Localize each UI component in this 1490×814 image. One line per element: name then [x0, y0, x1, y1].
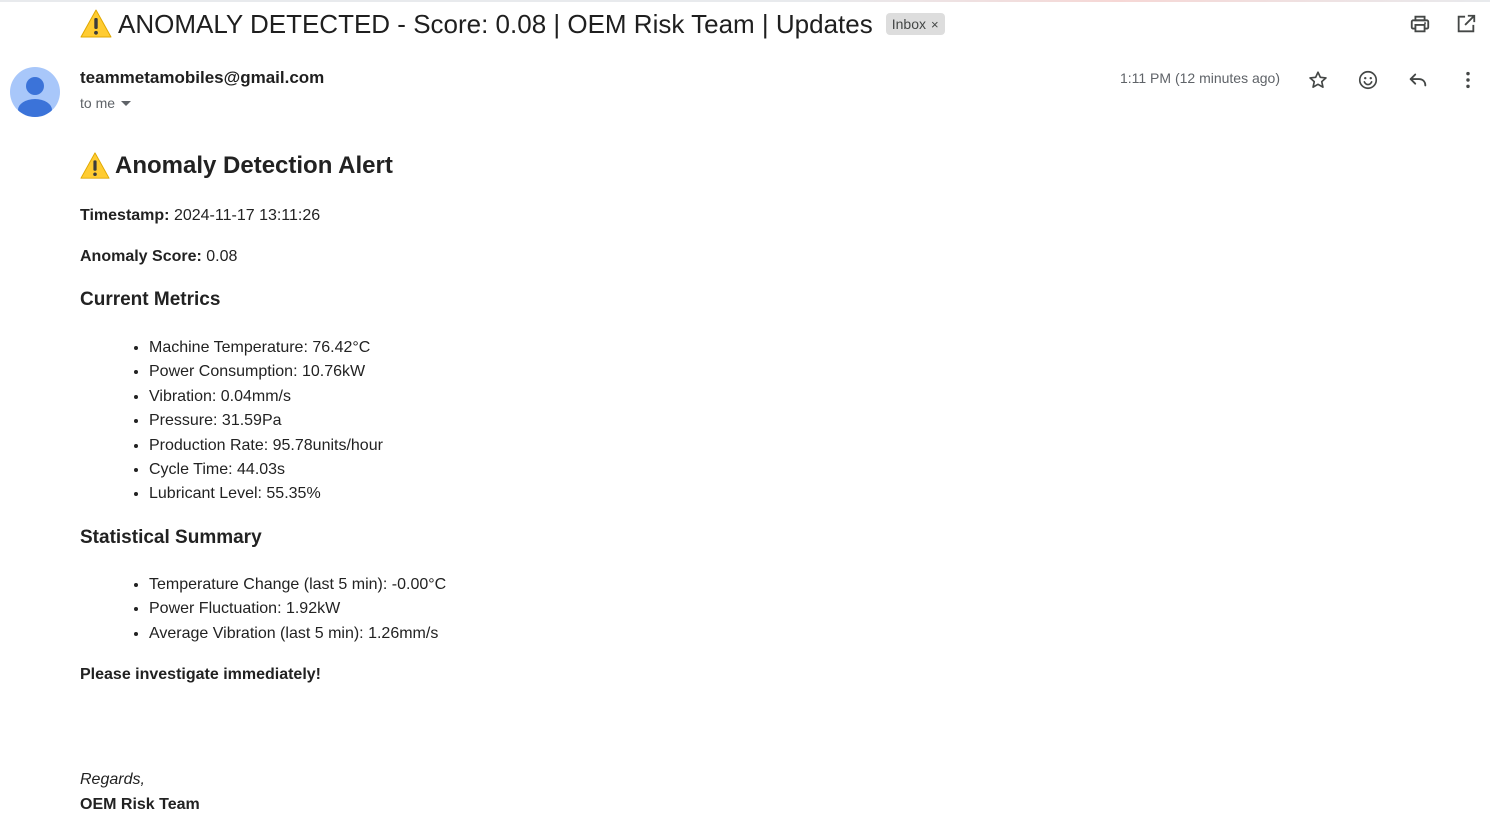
alert-title-text: Anomaly Detection Alert — [115, 152, 393, 179]
email-view: ANOMALY DETECTED - Score: 0.08 | OEM Ris… — [0, 0, 1490, 814]
subject-row: ANOMALY DETECTED - Score: 0.08 | OEM Ris… — [80, 6, 945, 42]
inbox-label-chip[interactable]: Inbox × — [885, 13, 945, 35]
inbox-label-text: Inbox — [891, 16, 926, 32]
open-in-new-window-button[interactable] — [1452, 10, 1480, 38]
warning-icon — [80, 152, 110, 179]
statistical-summary-list: Temperature Change (last 5 min): -0.00°C… — [80, 573, 446, 646]
top-strip — [0, 0, 1490, 2]
list-item: Machine Temperature: 76.42°C — [149, 336, 383, 360]
recipient-label: to me — [80, 95, 116, 111]
message-actions — [1304, 66, 1482, 94]
recipient-details-toggle[interactable]: to me — [80, 95, 132, 111]
chevron-down-icon — [121, 100, 132, 106]
list-item: Production Rate: 95.78units/hour — [149, 434, 383, 458]
list-item: Power Fluctuation: 1.92kW — [149, 597, 446, 621]
statistical-summary-heading: Statistical Summary — [80, 527, 262, 548]
list-item: Power Consumption: 10.76kW — [149, 360, 383, 384]
list-item: Pressure: 31.59Pa — [149, 409, 383, 433]
signature: OEM Risk Team — [80, 796, 200, 813]
warning-icon — [80, 9, 112, 38]
reply-button[interactable] — [1404, 66, 1432, 94]
list-item: Lubricant Level: 55.35% — [149, 482, 383, 506]
more-options-button[interactable] — [1454, 66, 1482, 94]
anomaly-score-line: Anomaly Score: 0.08 — [80, 247, 237, 267]
list-item: Temperature Change (last 5 min): -0.00°C — [149, 573, 446, 597]
star-icon — [1309, 71, 1327, 88]
add-reaction-button[interactable] — [1354, 66, 1382, 94]
current-metrics-list: Machine Temperature: 76.42°C Power Consu… — [80, 336, 383, 507]
timestamp-label: Timestamp: — [80, 207, 170, 224]
closing: Regards, — [80, 771, 145, 788]
open-in-new-icon — [1457, 14, 1476, 33]
timestamp-line: Timestamp: 2024-11-17 13:11:26 — [80, 206, 320, 226]
email-subject: ANOMALY DETECTED - Score: 0.08 | OEM Ris… — [118, 8, 873, 39]
print-button[interactable] — [1406, 10, 1434, 38]
alert-heading: Anomaly Detection Alert — [80, 148, 1080, 184]
emoji-icon — [1358, 70, 1378, 90]
subject-actions — [1406, 10, 1480, 38]
message-time: 1:11 PM (12 minutes ago) — [1119, 70, 1280, 86]
call-to-action: Please investigate immediately! — [80, 666, 321, 683]
timestamp-value: 2024-11-17 13:11:26 — [169, 207, 321, 224]
list-item: Cycle Time: 44.03s — [149, 458, 383, 482]
sender-email[interactable]: teammetamobiles@gmail.com — [80, 68, 324, 88]
email-body: Anomaly Detection Alert Timestamp: 2024-… — [80, 148, 1080, 813]
person-icon — [18, 77, 52, 117]
list-item: Vibration: 0.04mm/s — [149, 385, 383, 409]
print-icon — [1410, 15, 1430, 33]
reply-icon — [1409, 73, 1427, 87]
sender-avatar[interactable] — [10, 67, 60, 117]
current-metrics-heading: Current Metrics — [80, 289, 221, 310]
more-vert-icon — [1466, 71, 1470, 89]
anomaly-score-value: 0.08 — [201, 248, 238, 265]
anomaly-score-label: Anomaly Score: — [80, 248, 202, 265]
star-button[interactable] — [1304, 66, 1332, 94]
list-item: Average Vibration (last 5 min): 1.26mm/s — [149, 622, 446, 646]
remove-label-button[interactable]: × — [931, 17, 939, 32]
